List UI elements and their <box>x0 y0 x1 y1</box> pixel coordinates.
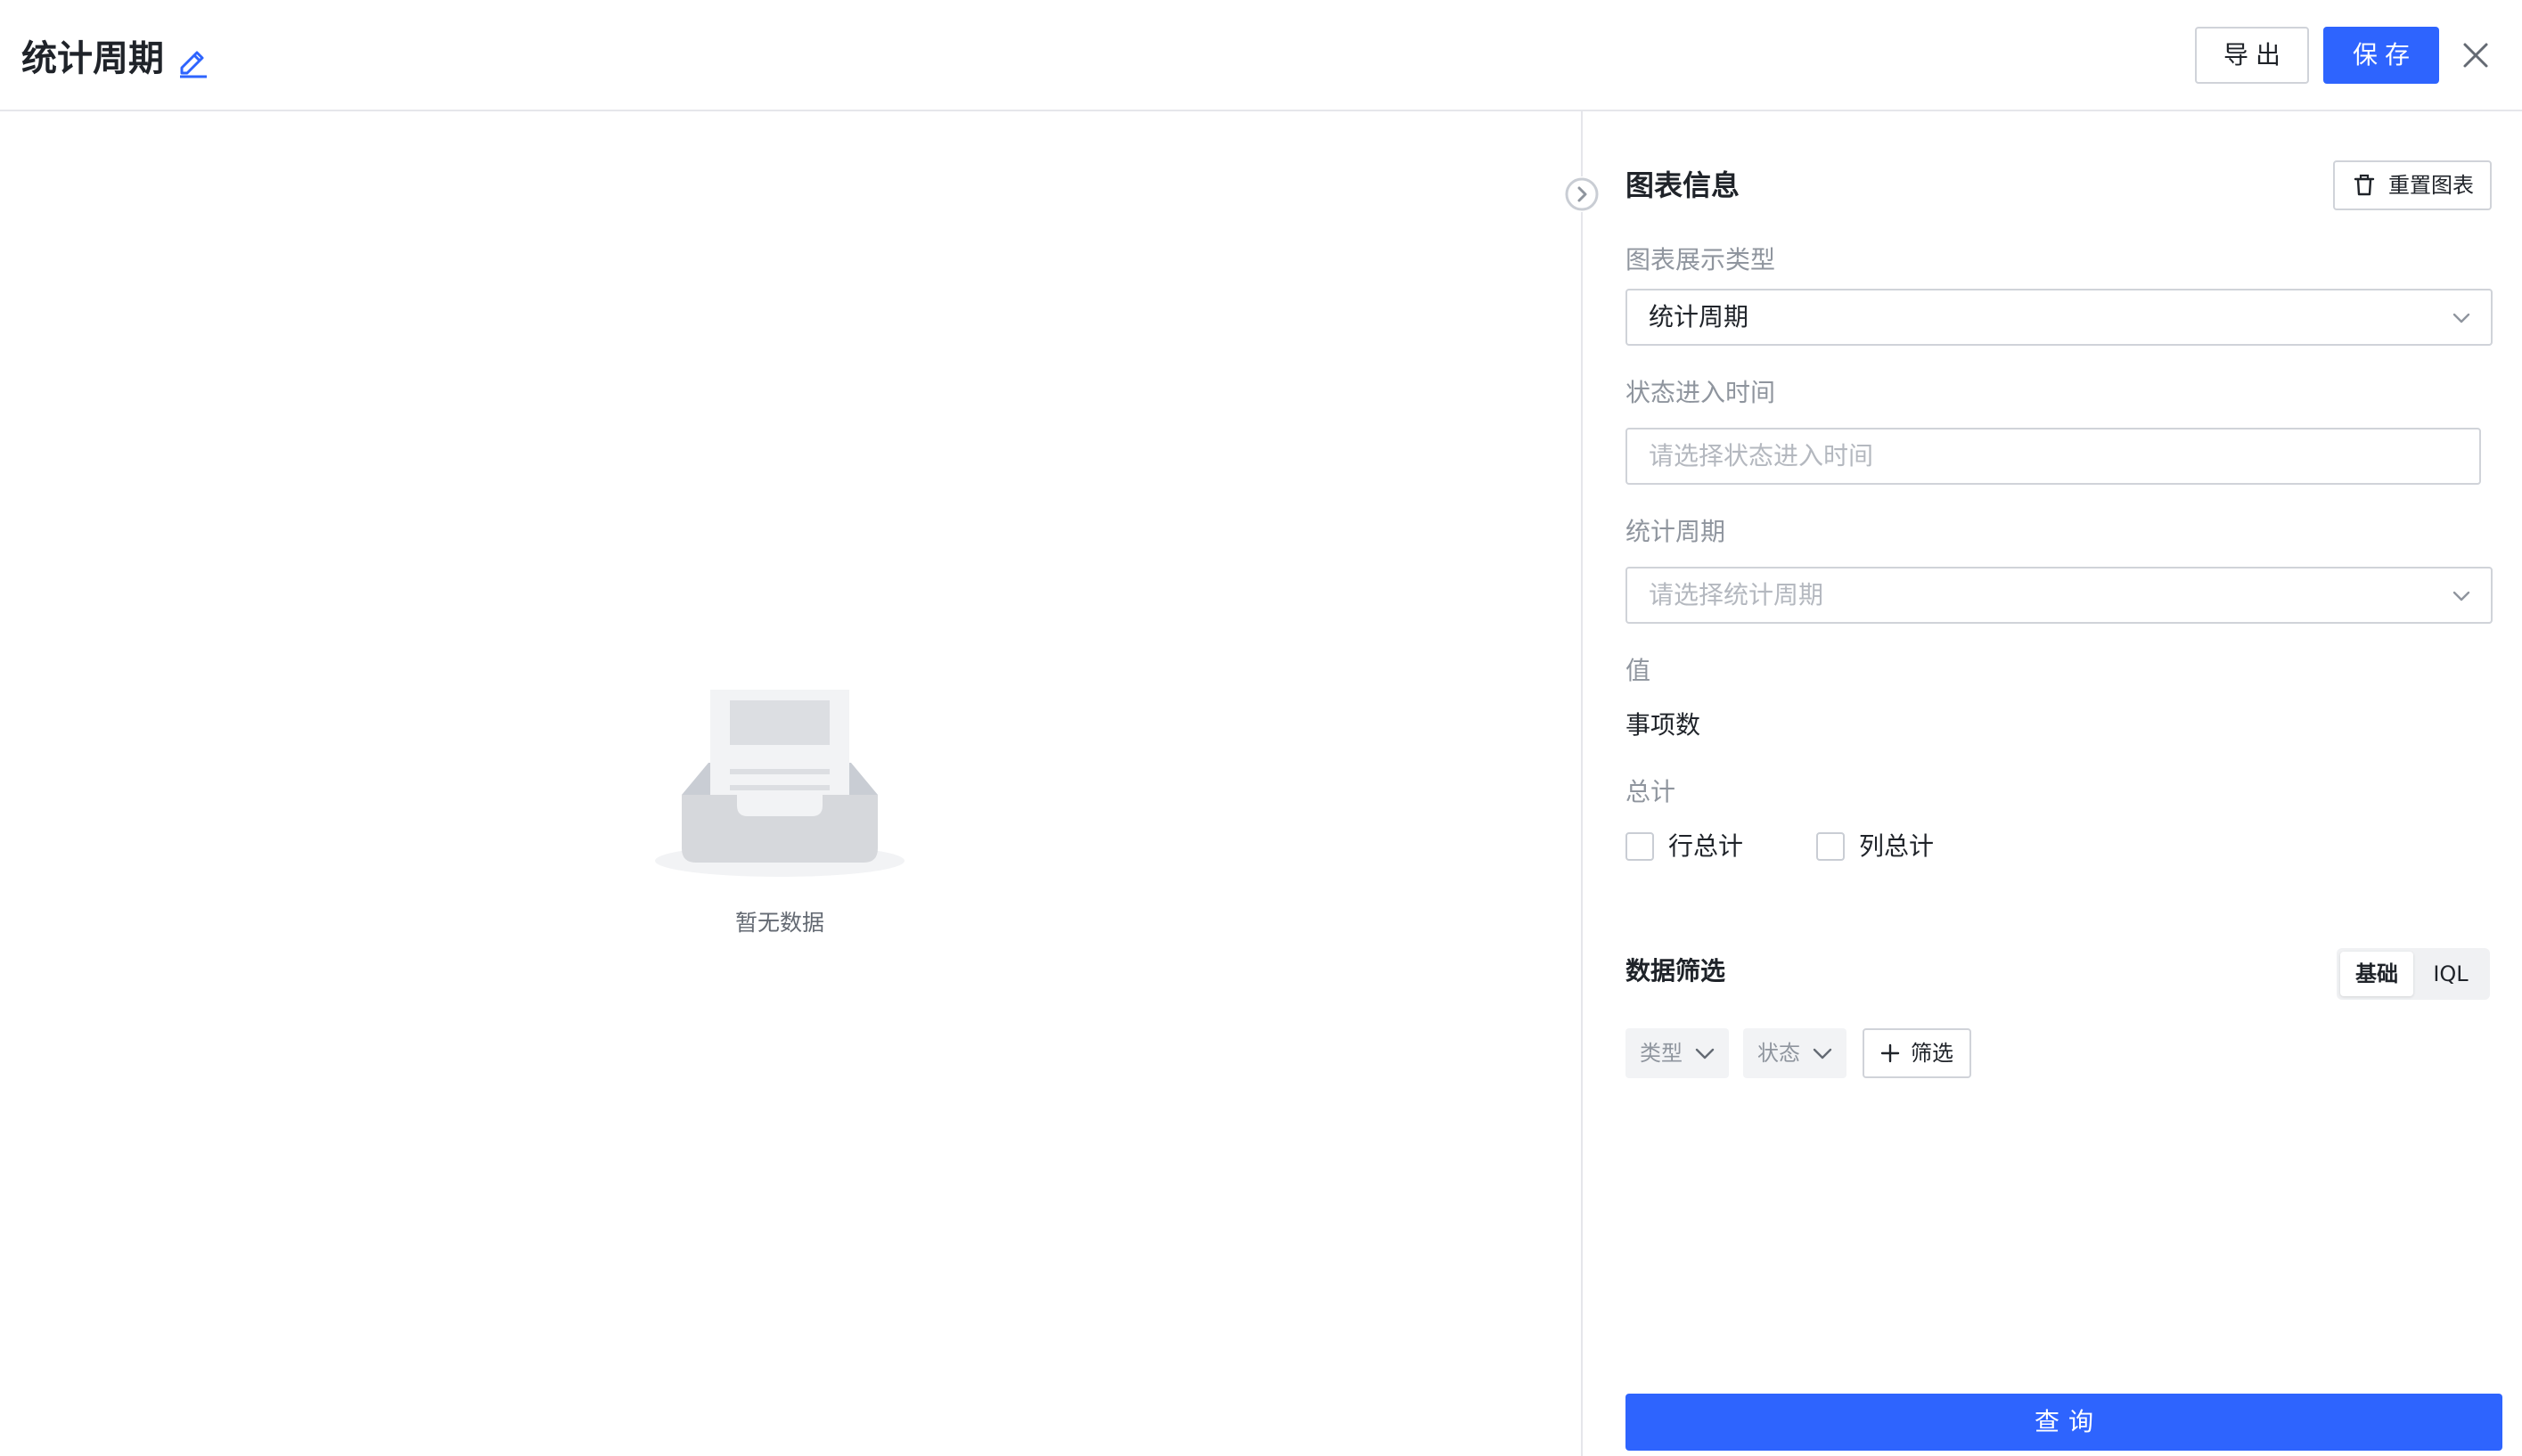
value-label: 值 <box>1625 656 1651 685</box>
filter-mode-basic[interactable]: 基础 <box>2340 952 2413 996</box>
collapse-panel-icon[interactable] <box>1564 176 1600 212</box>
reset-chart-button[interactable]: 重置图表 <box>2333 160 2492 210</box>
col-total-box[interactable] <box>1816 832 1845 861</box>
status-time-placeholder: 请选择状态进入时间 <box>1649 441 1874 470</box>
period-select[interactable]: 请选择统计周期 <box>1625 567 2493 624</box>
page-title: 统计周期 <box>21 38 164 79</box>
value-field: 事项数 <box>1625 710 1701 740</box>
empty-inbox-icon <box>655 690 905 877</box>
query-button[interactable]: 查询 <box>1625 1394 2502 1451</box>
row-total-box[interactable] <box>1625 832 1654 861</box>
empty-state-text: 暂无数据 <box>734 910 824 936</box>
top-bar: 统计周期 导出 保存 <box>0 0 2522 111</box>
panel-title: 图表信息 <box>1625 168 1740 202</box>
row-total-label: 行总计 <box>1668 831 1744 861</box>
filter-chip-status[interactable]: 状态 <box>1743 1028 1846 1078</box>
edit-title-icon[interactable] <box>175 43 210 78</box>
export-button[interactable]: 导出 <box>2195 27 2309 84</box>
filter-chip-type[interactable]: 类型 <box>1625 1028 1729 1078</box>
total-label: 总计 <box>1625 777 1676 806</box>
chevron-down-icon <box>1695 1048 1715 1059</box>
filter-mode-iql[interactable]: IQL <box>2415 952 2486 996</box>
trash-icon <box>2354 174 2375 196</box>
period-placeholder: 请选择统计周期 <box>1649 580 1824 609</box>
col-total-checkbox[interactable]: 列总计 <box>1816 831 1941 861</box>
filter-mode-toggle: 基础 IQL <box>2337 948 2490 1000</box>
chevron-down-icon <box>1813 1048 1832 1059</box>
col-total-label: 列总计 <box>1859 831 1935 861</box>
save-button[interactable]: 保存 <box>2323 27 2439 84</box>
chevron-down-icon <box>2452 591 2470 601</box>
add-filter-button[interactable]: 筛选 <box>1863 1028 1971 1078</box>
chevron-down-icon <box>2452 313 2470 323</box>
reset-chart-label: 重置图表 <box>2388 173 2474 198</box>
data-filter-title: 数据筛选 <box>1625 956 1726 986</box>
period-label: 统计周期 <box>1625 517 1726 546</box>
chart-type-select[interactable]: 统计周期 <box>1625 289 2493 346</box>
status-time-label: 状态进入时间 <box>1625 378 1776 407</box>
chart-type-label: 图表展示类型 <box>1625 245 1776 274</box>
row-total-checkbox[interactable]: 行总计 <box>1625 831 1750 861</box>
plus-icon <box>1880 1043 1900 1063</box>
status-time-input[interactable]: 请选择状态进入时间 <box>1625 428 2481 485</box>
filter-chip-type-label: 类型 <box>1640 1041 1683 1066</box>
close-icon[interactable] <box>2460 39 2492 71</box>
filter-chip-status-label: 状态 <box>1757 1041 1800 1066</box>
add-filter-label: 筛选 <box>1911 1041 1953 1066</box>
chart-type-value: 统计周期 <box>1649 302 1749 331</box>
panel-divider <box>1581 111 1583 1456</box>
